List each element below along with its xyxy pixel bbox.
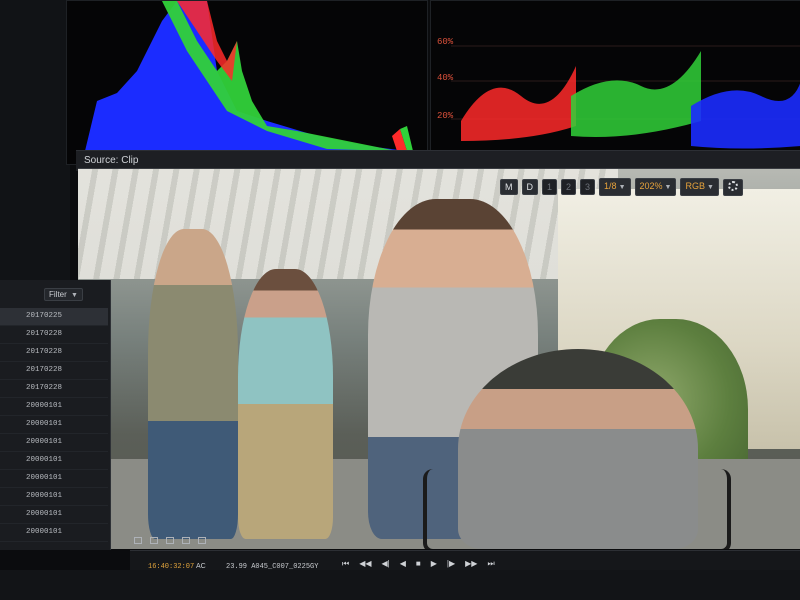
settings-button[interactable]	[722, 178, 743, 196]
list-item[interactable]: 20170228	[0, 380, 108, 398]
list-item[interactable]: 20170228	[0, 344, 108, 362]
step-forward-icon[interactable]: |▶	[447, 559, 455, 569]
monitor-bezel-left	[0, 0, 70, 280]
list-item[interactable]: 20000101	[0, 416, 108, 434]
playback-controls: ⏮ ◀◀ ◀| ◀ ■ ▶ |▶ ▶▶ ⏭	[342, 559, 495, 569]
list-item[interactable]: 20170225	[0, 308, 108, 326]
page-1-button[interactable]: 1	[542, 179, 558, 195]
viewer-controls: M D 1 2 3 1/8 ▼ 202% ▼ RGB ▼	[500, 178, 743, 196]
step-back-icon[interactable]: ◀|	[382, 559, 390, 569]
chevron-down-icon: ▼	[71, 292, 78, 299]
tool-icon[interactable]	[166, 537, 174, 544]
tool-icon[interactable]	[150, 537, 158, 544]
zoom-value: 202%	[639, 181, 663, 191]
woman	[238, 269, 333, 539]
zoom-dropdown[interactable]: 202% ▼	[634, 178, 677, 196]
tool-icon[interactable]	[182, 537, 190, 544]
page-3-button[interactable]: 3	[580, 179, 596, 195]
fast-forward-icon[interactable]: ▶▶	[465, 559, 477, 569]
parade-label-20: 20%	[437, 111, 454, 121]
list-item[interactable]: 20000101	[0, 488, 108, 506]
monitor-bezel-bottom	[0, 570, 800, 600]
viewer-tools	[134, 537, 206, 544]
channel-value: RGB	[685, 181, 705, 191]
list-item[interactable]: 20000101	[0, 434, 108, 452]
play-icon[interactable]: ▶	[431, 559, 437, 569]
histogram-scope	[66, 0, 428, 165]
page-2-button[interactable]: 2	[561, 179, 577, 195]
list-item[interactable]: 20000101	[0, 470, 108, 488]
go-to-end-icon[interactable]: ⏭	[487, 559, 494, 569]
parade-graph	[451, 45, 800, 157]
histogram-graph	[85, 1, 413, 151]
go-to-start-icon[interactable]: ⏮	[342, 559, 349, 569]
list-item[interactable]: 20000101	[0, 452, 108, 470]
channel-dropdown[interactable]: RGB ▼	[680, 178, 719, 196]
parade-label-40: 40%	[437, 73, 454, 83]
chevron-down-icon: ▼	[706, 184, 714, 191]
rgb-parade-scope: 60% 40% 20% 0%	[430, 0, 800, 165]
list-item[interactable]: 20170228	[0, 362, 108, 380]
list-item[interactable]: 20000101	[0, 398, 108, 416]
list-item[interactable]: 20000101	[0, 524, 108, 542]
ratio-dropdown[interactable]: 1/8 ▼	[599, 178, 631, 196]
filter-button[interactable]: Filter ▼	[44, 288, 83, 301]
rewind-icon[interactable]: ◀◀	[359, 559, 371, 569]
m-button[interactable]: M	[500, 179, 518, 195]
timecode-mode[interactable]: AC	[196, 563, 206, 570]
chevron-down-icon: ▼	[618, 184, 626, 191]
tool-icon[interactable]	[134, 537, 142, 544]
man-with-paper	[148, 229, 238, 539]
gear-icon	[727, 180, 738, 191]
media-pool-list: 20170225 20170228 20170228 20170228 2017…	[0, 308, 108, 542]
wheelchair	[423, 469, 731, 549]
list-item[interactable]: 20170228	[0, 326, 108, 344]
video-frame[interactable]	[78, 168, 800, 549]
ratio-value: 1/8	[604, 181, 617, 191]
filter-label: Filter	[49, 290, 67, 299]
list-item[interactable]: 20000101	[0, 506, 108, 524]
parade-label-60: 60%	[437, 37, 454, 47]
chevron-down-icon: ▼	[664, 184, 672, 191]
media-pool-panel: Filter ▼ 20170225 20170228 20170228 2017…	[0, 280, 111, 550]
viewer-title: Source: Clip	[84, 155, 139, 166]
play-reverse-icon[interactable]: ◀	[400, 559, 406, 569]
d-button[interactable]: D	[521, 179, 538, 195]
tool-icon[interactable]	[198, 537, 206, 544]
stop-icon[interactable]: ■	[416, 559, 421, 569]
